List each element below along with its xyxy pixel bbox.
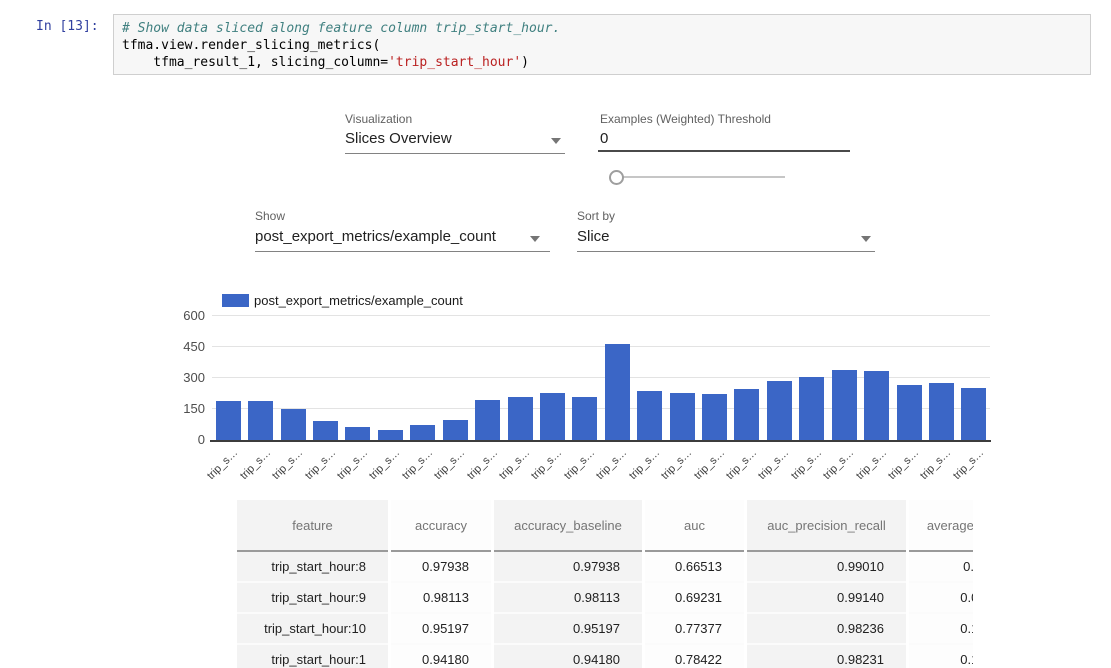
metric-cell: 0.78422: [644, 644, 746, 668]
code-line-3: tfma_result_1, slicing_column='trip_star…: [122, 54, 1090, 71]
metric-cell: 0.98113: [390, 582, 493, 613]
y-tick-label: 600: [169, 308, 205, 323]
chevron-down-icon: [861, 236, 871, 242]
bar[interactable]: [702, 394, 727, 440]
bar[interactable]: [410, 425, 435, 440]
bar[interactable]: [832, 370, 857, 440]
column-header: accuracy_baseline: [493, 500, 644, 551]
metric-cell: 0.99010: [746, 551, 908, 582]
bar[interactable]: [670, 393, 695, 441]
bar[interactable]: [864, 371, 889, 440]
bar[interactable]: [475, 400, 500, 440]
table-row: trip_start_hour:10.941800.941800.784220.…: [237, 644, 973, 668]
y-tick-label: 150: [169, 401, 205, 416]
metric-cell: 0.98231: [746, 644, 908, 668]
threshold-slider-track[interactable]: [612, 176, 785, 178]
metric-cell: 0.69231: [644, 582, 746, 613]
threshold-input[interactable]: 0: [600, 130, 608, 147]
table-header-row: featureaccuracyaccuracy_baselineaucauc_p…: [237, 500, 973, 551]
metric-cell: 0.98113: [493, 582, 644, 613]
chevron-down-icon: [551, 138, 561, 144]
y-tick-label: 300: [169, 370, 205, 385]
metric-cell: 0.77377: [644, 613, 746, 644]
metric-cell: 0.97938: [390, 551, 493, 582]
chevron-down-icon: [530, 236, 540, 242]
column-header: accuracy: [390, 500, 493, 551]
sort-by-label: Sort by: [577, 209, 615, 223]
visualization-dropdown[interactable]: Slices Overview: [345, 129, 565, 154]
code-comment: # Show data sliced along feature column …: [122, 20, 1090, 37]
table-row: trip_start_hour:80.979380.979380.665130.…: [237, 551, 973, 582]
metric-cell: 0.99140: [746, 582, 908, 613]
metric-cell: 0.0892: [908, 582, 974, 613]
bar[interactable]: [281, 409, 306, 440]
bar[interactable]: [799, 377, 824, 440]
bar[interactable]: [216, 401, 241, 440]
metrics-table-container: featureaccuracyaccuracy_baselineaucauc_p…: [237, 500, 973, 668]
bar[interactable]: [897, 385, 922, 440]
threshold-underline: [598, 150, 850, 152]
sort-by-dropdown[interactable]: Slice: [577, 227, 875, 252]
bar[interactable]: [345, 427, 370, 440]
feature-cell: trip_start_hour:9: [237, 582, 390, 613]
x-axis-line: [210, 440, 991, 442]
bar[interactable]: [540, 393, 565, 440]
metric-cell: 0.97938: [493, 551, 644, 582]
feature-cell: trip_start_hour:1: [237, 644, 390, 668]
bar[interactable]: [572, 397, 597, 440]
code-editor[interactable]: # Show data sliced along feature column …: [113, 14, 1091, 75]
column-header: feature: [237, 500, 390, 551]
notebook-page: In [13]: # Show data sliced along featur…: [0, 0, 1111, 668]
column-header: auc_precision_recall: [746, 500, 908, 551]
code-line-2: tfma.view.render_slicing_metrics(: [122, 37, 1090, 54]
column-header: average_loss: [908, 500, 974, 551]
metric-cell: 0.95197: [493, 613, 644, 644]
bar[interactable]: [443, 420, 468, 440]
bar[interactable]: [767, 381, 792, 440]
column-header: auc: [644, 500, 746, 551]
feature-cell: trip_start_hour:8: [237, 551, 390, 582]
metrics-table: featureaccuracyaccuracy_baselineaucauc_p…: [237, 500, 973, 668]
cell-prompt: In [13]:: [36, 19, 99, 34]
visualization-label: Visualization: [345, 112, 412, 126]
metric-cell: 0.66513: [644, 551, 746, 582]
chart-plot: trip_s…trip_s…trip_s…trip_s…trip_s…trip_…: [212, 316, 990, 440]
metric-cell: 0.1541: [908, 613, 974, 644]
metric-cell: 0.1111: [908, 551, 974, 582]
legend-label: post_export_metrics/example_count: [254, 293, 463, 308]
show-dropdown[interactable]: post_export_metrics/example_count: [255, 227, 550, 252]
metric-cell: 0.98236: [746, 613, 908, 644]
threshold-label: Examples (Weighted) Threshold: [600, 112, 771, 126]
show-label: Show: [255, 209, 285, 223]
table-row: trip_start_hour:100.951970.951970.773770…: [237, 613, 973, 644]
bar[interactable]: [961, 388, 986, 440]
bar[interactable]: [378, 430, 403, 440]
threshold-slider-handle[interactable]: [609, 170, 624, 185]
metric-cell: 0.1901: [908, 644, 974, 668]
bar[interactable]: [508, 397, 533, 440]
y-tick-label: 450: [169, 339, 205, 354]
table-row: trip_start_hour:90.981130.981130.692310.…: [237, 582, 973, 613]
metric-cell: 0.94180: [493, 644, 644, 668]
bar[interactable]: [313, 421, 338, 440]
metric-cell: 0.94180: [390, 644, 493, 668]
bar[interactable]: [637, 391, 662, 440]
metric-cell: 0.95197: [390, 613, 493, 644]
bar[interactable]: [734, 389, 759, 440]
y-tick-label: 0: [169, 432, 205, 447]
bar[interactable]: [929, 383, 954, 440]
legend-swatch: [222, 294, 249, 307]
bar[interactable]: [248, 401, 273, 440]
bar[interactable]: [605, 344, 630, 440]
feature-cell: trip_start_hour:10: [237, 613, 390, 644]
